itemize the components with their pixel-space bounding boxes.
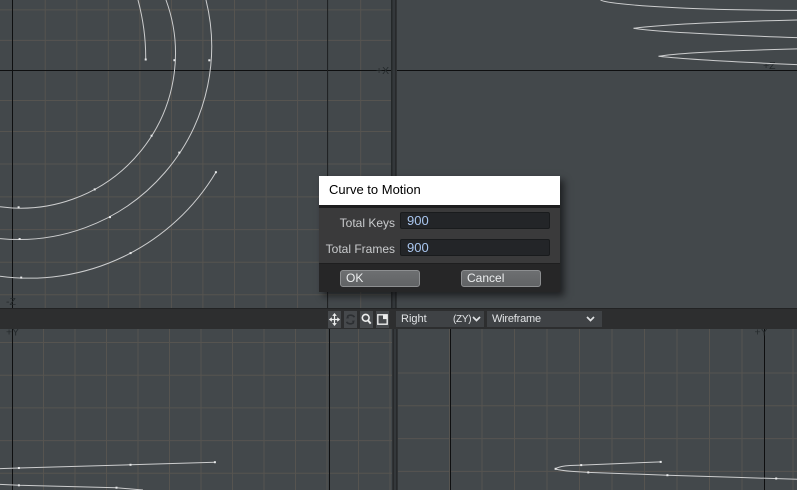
svg-text:+Z: +Z [763, 60, 776, 72]
svg-text:+X: +X [376, 65, 389, 77]
svg-text:-Z: -Z [6, 296, 16, 308]
